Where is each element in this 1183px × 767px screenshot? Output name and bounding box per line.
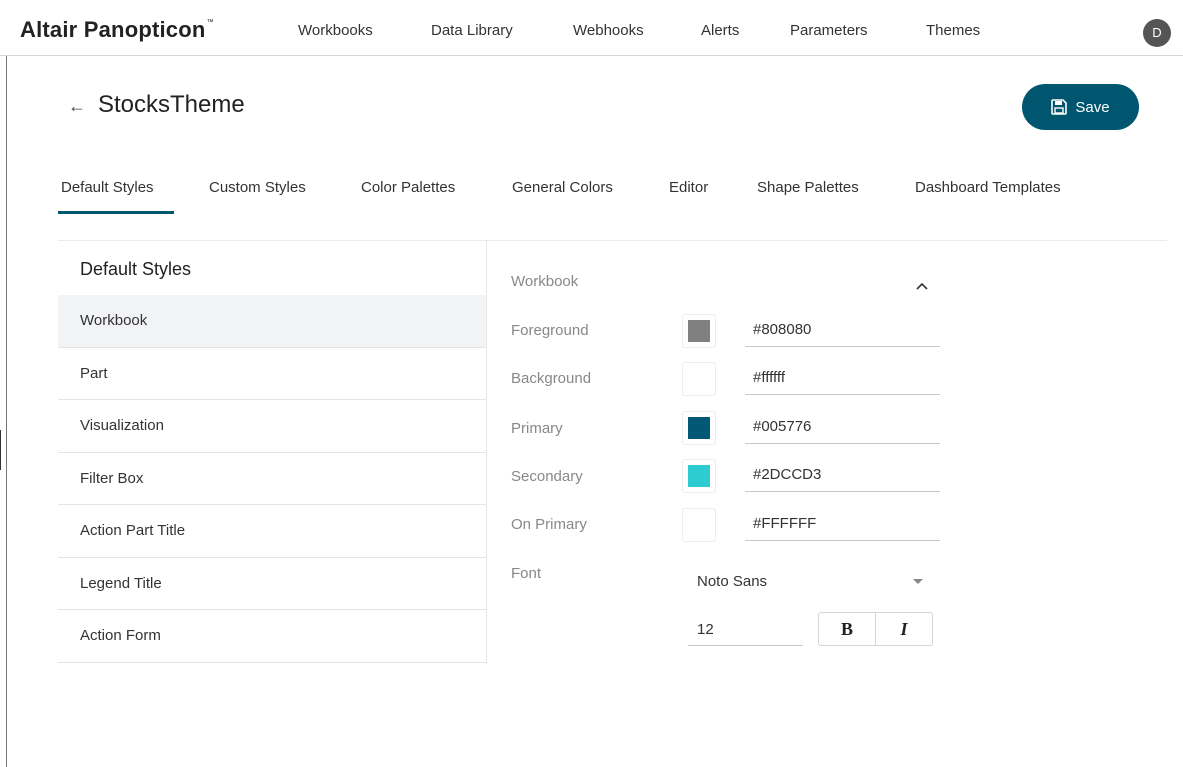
primary-swatch-fill <box>688 417 710 439</box>
on-primary-label: On Primary <box>511 516 587 533</box>
tab-dashboard-templates[interactable]: Dashboard Templates <box>915 179 1061 196</box>
list-item-filter-box[interactable]: Filter Box <box>58 453 486 505</box>
bold-button[interactable]: B <box>819 613 876 645</box>
nav-parameters[interactable]: Parameters <box>790 22 868 39</box>
on-primary-swatch-fill <box>688 514 710 536</box>
chevron-up-icon[interactable] <box>914 278 930 294</box>
font-label: Font <box>511 565 542 582</box>
panel-divider <box>486 240 487 664</box>
italic-button[interactable]: I <box>876 613 932 645</box>
on-primary-color-input[interactable] <box>745 507 940 541</box>
background-color-input[interactable] <box>745 361 940 395</box>
nav-themes[interactable]: Themes <box>926 22 980 39</box>
foreground-color-input[interactable] <box>745 313 940 347</box>
nav-workbooks[interactable]: Workbooks <box>298 22 373 39</box>
nav-alerts[interactable]: Alerts <box>701 22 739 39</box>
primary-color-input[interactable] <box>745 410 940 444</box>
tab-custom-styles[interactable]: Custom Styles <box>209 179 306 196</box>
tab-editor[interactable]: Editor <box>669 179 708 196</box>
on-primary-swatch[interactable] <box>682 508 716 542</box>
list-item-action-part-title[interactable]: Action Part Title <box>58 505 486 558</box>
secondary-label: Secondary <box>511 468 583 485</box>
top-nav-bar: Altair Panopticon™ Workbooks Data Librar… <box>0 0 1183 56</box>
styles-list: Workbook Part Visualization Filter Box A… <box>58 295 486 663</box>
list-item-visualization[interactable]: Visualization <box>58 400 486 453</box>
floppy-disk-icon <box>1051 99 1068 115</box>
content-divider <box>58 240 1167 241</box>
list-item-part[interactable]: Part <box>58 348 486 400</box>
foreground-label: Foreground <box>511 322 589 339</box>
primary-label: Primary <box>511 420 563 437</box>
app-logo[interactable]: Altair Panopticon™ <box>20 17 214 43</box>
foreground-swatch-fill <box>688 320 710 342</box>
save-button[interactable]: Save <box>1022 84 1139 130</box>
caret-down-icon <box>913 579 923 584</box>
styles-list-heading: Default Styles <box>80 259 192 279</box>
nav-webhooks[interactable]: Webhooks <box>573 22 644 39</box>
tab-color-palettes[interactable]: Color Palettes <box>361 179 455 196</box>
window-edge-marker <box>0 430 6 470</box>
page-title: StocksTheme <box>98 91 245 118</box>
tab-shape-palettes[interactable]: Shape Palettes <box>757 179 859 196</box>
background-label: Background <box>511 370 592 387</box>
tab-general-colors[interactable]: General Colors <box>512 179 613 196</box>
background-swatch[interactable] <box>682 362 716 396</box>
trademark-mark: ™ <box>206 19 214 26</box>
secondary-color-input[interactable] <box>745 458 940 492</box>
section-title: Workbook <box>511 273 579 290</box>
primary-swatch[interactable] <box>682 411 716 445</box>
font-family-value: Noto Sans <box>697 573 768 590</box>
background-swatch-fill <box>688 368 710 390</box>
secondary-swatch-fill <box>688 465 710 487</box>
user-avatar[interactable]: D <box>1143 19 1171 47</box>
window-edge <box>6 56 7 767</box>
save-button-label: Save <box>1075 98 1110 116</box>
list-item-workbook[interactable]: Workbook <box>58 295 486 348</box>
font-size-input[interactable] <box>688 614 803 646</box>
font-style-toggle-group: B I <box>818 612 933 646</box>
font-family-select[interactable]: Noto Sans <box>688 567 933 597</box>
app-name: Altair Panopticon <box>20 17 206 42</box>
list-item-legend-title[interactable]: Legend Title <box>58 558 486 610</box>
secondary-swatch[interactable] <box>682 459 716 493</box>
nav-data-library[interactable]: Data Library <box>431 22 513 39</box>
active-tab-indicator <box>58 211 174 214</box>
tab-default-styles[interactable]: Default Styles <box>61 179 154 196</box>
foreground-swatch[interactable] <box>682 314 716 348</box>
arrow-left-icon[interactable]: ← <box>68 96 86 117</box>
list-item-action-form[interactable]: Action Form <box>58 610 486 663</box>
